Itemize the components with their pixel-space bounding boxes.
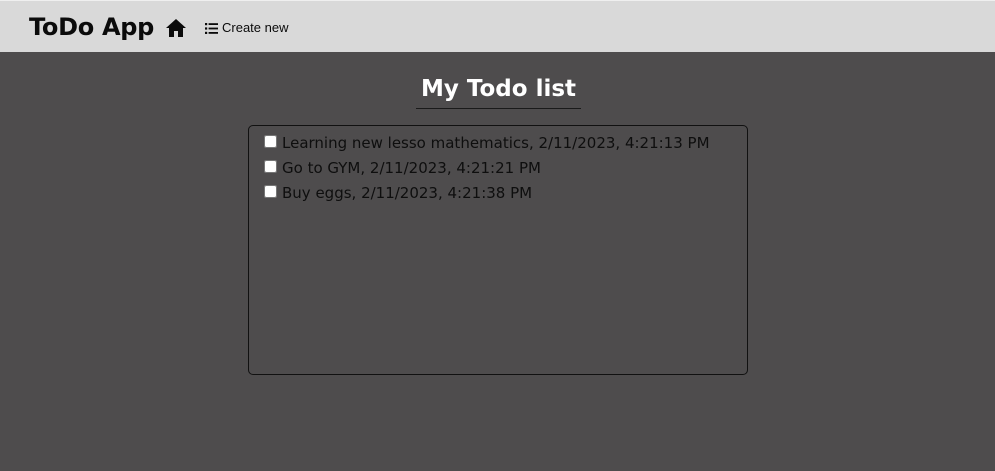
create-new-label: Create new <box>222 20 289 35</box>
todo-checkbox[interactable] <box>264 185 277 198</box>
list-icon <box>205 22 218 34</box>
todo-checkbox[interactable] <box>264 135 277 148</box>
app-brand[interactable]: ToDo App <box>29 11 154 43</box>
todo-item: Learning new lesso mathematics, 2/11/202… <box>249 130 747 155</box>
page-title: My Todo list <box>416 73 581 109</box>
todo-item: Go to GYM, 2/11/2023, 4:21:21 PM <box>249 155 747 180</box>
todo-checkbox[interactable] <box>264 160 277 173</box>
todo-list: Learning new lesso mathematics, 2/11/202… <box>248 125 748 375</box>
home-link[interactable] <box>165 18 187 38</box>
top-navbar: ToDo App Create new <box>0 0 995 52</box>
todo-item: Buy eggs, 2/11/2023, 4:21:38 PM <box>249 180 747 205</box>
home-icon <box>166 19 186 37</box>
create-new-link[interactable]: Create new <box>205 20 288 36</box>
todo-item-text: Buy eggs, 2/11/2023, 4:21:38 PM <box>282 183 533 202</box>
todo-item-text: Learning new lesso mathematics, 2/11/202… <box>282 133 710 152</box>
todo-item-text: Go to GYM, 2/11/2023, 4:21:21 PM <box>282 158 541 177</box>
